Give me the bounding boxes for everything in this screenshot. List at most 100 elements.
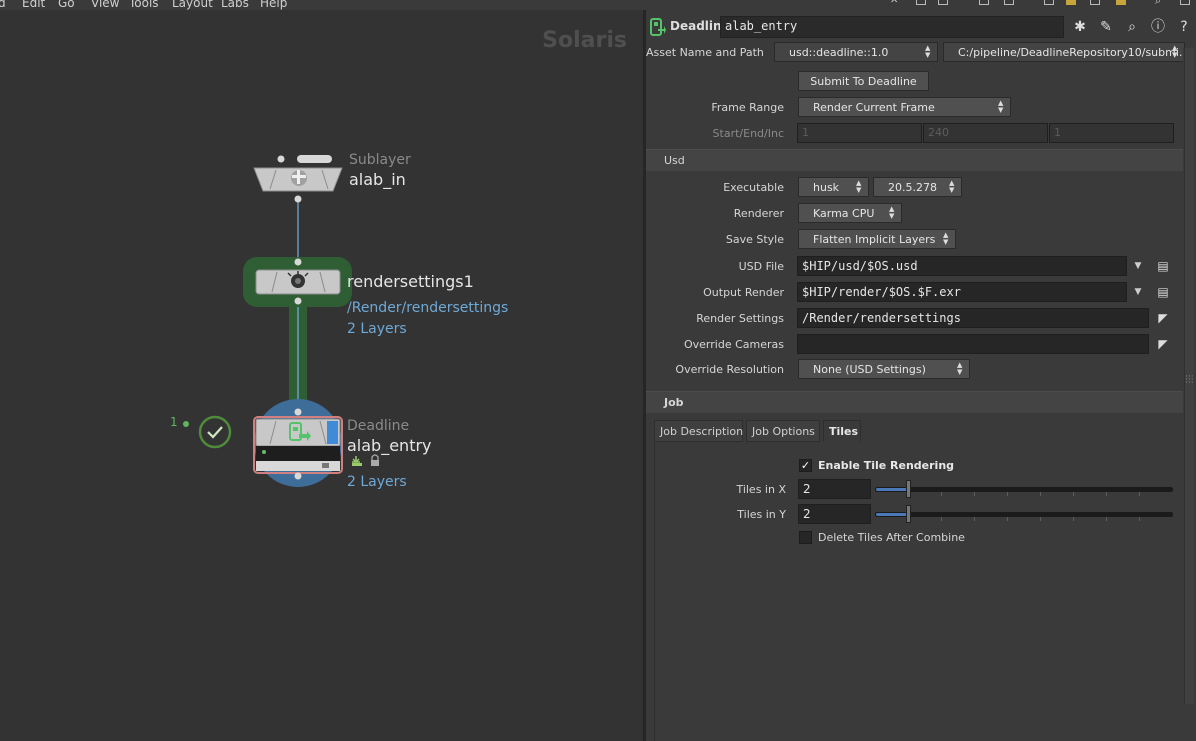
slider-handle[interactable] bbox=[906, 505, 911, 523]
deadline-node bbox=[253, 399, 343, 487]
tab-tiles[interactable]: Tiles bbox=[823, 420, 861, 442]
end-frame-field[interactable]: 240 bbox=[923, 123, 1048, 143]
frame-range-menu[interactable]: Render Current Frame ▲ ▼ bbox=[798, 97, 1011, 117]
deadline-node-name[interactable]: alab_entry bbox=[347, 436, 432, 455]
rendersettings-node-path: /Render/rendersettings bbox=[347, 300, 509, 316]
inc-frame-field[interactable]: 1 bbox=[1049, 123, 1174, 143]
asset-path-menu[interactable]: C:/pipeline/DeadlineRepository10/submi..… bbox=[943, 42, 1189, 62]
slider-tick bbox=[1073, 517, 1074, 521]
output-render-field[interactable]: $HIP/render/$OS.$F.exr bbox=[797, 282, 1127, 302]
save-style-menu[interactable]: Flatten Implicit Layers ▲ ▼ bbox=[798, 229, 956, 249]
parameter-scrollbar[interactable] bbox=[1183, 48, 1196, 741]
menu-item-help[interactable]: Help bbox=[260, 0, 287, 10]
rendersettings-node-name[interactable]: rendersettings1 bbox=[347, 272, 474, 291]
renderer-menu[interactable]: Karma CPU ▲ ▼ bbox=[798, 203, 902, 223]
enable-tile-rendering-checkbox[interactable]: ✓ bbox=[799, 459, 812, 472]
menu-item-view[interactable]: View bbox=[91, 0, 119, 10]
tab-job-options[interactable]: Job Options bbox=[746, 420, 820, 442]
slider-track bbox=[875, 512, 1173, 517]
file-icon[interactable] bbox=[1090, 0, 1100, 5]
output-render-dropdown-icon[interactable]: ▼ bbox=[1128, 282, 1148, 302]
file-browse-icon[interactable]: ▤ bbox=[1156, 285, 1170, 299]
asset-path-value: C:/pipeline/DeadlineRepository10/submi..… bbox=[958, 46, 1190, 59]
help-icon[interactable]: ? bbox=[1176, 19, 1192, 35]
slider-handle[interactable] bbox=[906, 480, 911, 498]
split-icon[interactable] bbox=[1004, 0, 1014, 5]
houdini-window: d Edit Go View Tools Layout Labs Help ✕ … bbox=[0, 0, 1196, 741]
tiles-y-slider[interactable] bbox=[875, 503, 1173, 525]
layout-icon[interactable] bbox=[938, 0, 948, 5]
pane-icon[interactable] bbox=[979, 0, 989, 5]
select-arrow-icon[interactable]: ◤ bbox=[1156, 337, 1170, 351]
render-settings-field[interactable]: /Render/rendersettings bbox=[797, 308, 1149, 328]
delete-tiles-label: Delete Tiles After Combine bbox=[818, 531, 965, 544]
menu-item-go[interactable]: Go bbox=[58, 0, 75, 10]
bookmark-icon[interactable] bbox=[1116, 0, 1126, 5]
slider-tick bbox=[941, 492, 942, 496]
status-check-icon bbox=[198, 415, 232, 449]
grip-icon[interactable]: ··· ··· ··· bbox=[1185, 373, 1194, 388]
menu-item-labs[interactable]: Labs bbox=[221, 0, 249, 10]
job-section-header[interactable]: Job bbox=[646, 391, 1184, 413]
usd-file-field[interactable]: $HIP/usd/$OS.usd bbox=[797, 256, 1127, 276]
slider-tick bbox=[974, 517, 975, 521]
usd-file-dropdown-icon[interactable]: ▼ bbox=[1128, 256, 1148, 276]
usd-section-header[interactable]: Usd bbox=[646, 149, 1184, 171]
menu-bar: d Edit Go View Tools Layout Labs Help ✕ … bbox=[0, 0, 1196, 10]
frame-range-value: Render Current Frame bbox=[813, 101, 935, 114]
slider-tick bbox=[1007, 517, 1008, 521]
window-icon[interactable] bbox=[1044, 0, 1054, 5]
tiles-y-field[interactable]: 2 bbox=[798, 504, 871, 524]
sublayer-node-name[interactable]: alab_in bbox=[349, 170, 406, 189]
menu-item-tools[interactable]: Tools bbox=[129, 0, 159, 10]
slider-fill bbox=[876, 488, 909, 491]
tiles-y-label: Tiles in Y bbox=[737, 508, 786, 521]
account-icon[interactable] bbox=[1180, 0, 1190, 5]
usd-section-label: Usd bbox=[664, 154, 685, 167]
submit-to-deadline-button[interactable]: Submit To Deadline bbox=[798, 71, 929, 91]
start-end-inc-label: Start/End/Inc bbox=[712, 127, 784, 140]
menu-item-layout[interactable]: Layout bbox=[172, 0, 213, 10]
info-icon[interactable]: ⓘ bbox=[1150, 19, 1166, 35]
brush-icon[interactable]: ✎ bbox=[1098, 19, 1114, 35]
tiles-x-slider[interactable] bbox=[875, 478, 1173, 500]
network-editor[interactable]: Solaris Sublayer alab_in rendersettings1… bbox=[0, 10, 643, 741]
save-style-label: Save Style bbox=[725, 233, 784, 246]
search-icon[interactable]: ⌕ bbox=[1124, 19, 1140, 35]
deadline-flag-icons bbox=[352, 454, 379, 466]
sublayer-node-type: Sublayer bbox=[349, 152, 411, 168]
override-cameras-row: Override Cameras ◤ bbox=[646, 334, 1184, 356]
asset-name-menu[interactable]: usd::deadline::1.0 ▲ ▼ bbox=[774, 42, 938, 62]
menu-item-edit[interactable]: Edit bbox=[22, 0, 45, 10]
executable-row: Executable husk ▲ ▼ 20.5.278 ▲ ▼ bbox=[646, 177, 1184, 199]
renderer-value: Karma CPU bbox=[813, 207, 875, 220]
delete-tiles-checkbox[interactable] bbox=[799, 531, 812, 544]
slider-tick bbox=[1106, 517, 1107, 521]
sublayer-node bbox=[253, 155, 343, 203]
file-browse-icon[interactable]: ▤ bbox=[1156, 259, 1170, 273]
tab-job-description[interactable]: Job Description bbox=[654, 420, 743, 442]
deadline-node-layers: 2 Layers bbox=[347, 474, 407, 490]
menu-item-file[interactable]: d bbox=[0, 0, 6, 10]
override-cameras-field[interactable] bbox=[797, 334, 1149, 354]
desk-icon[interactable] bbox=[916, 0, 926, 5]
search-icon[interactable]: ⌕ bbox=[1155, 0, 1165, 7]
folder-icon[interactable] bbox=[1066, 0, 1076, 5]
override-resolution-menu[interactable]: None (USD Settings) ▲ ▼ bbox=[798, 359, 970, 379]
start-frame-field[interactable]: 1 bbox=[797, 123, 922, 143]
gear-icon[interactable]: ✱ bbox=[1072, 19, 1088, 35]
select-arrow-icon[interactable]: ◤ bbox=[1156, 311, 1170, 325]
tool-icon[interactable]: ✕ bbox=[890, 0, 900, 6]
node-name-field[interactable]: alab_entry bbox=[720, 16, 1064, 38]
executable-label: Executable bbox=[723, 181, 784, 194]
parameter-header: Deadline alab_entry ✱ ✎ ⌕ ⓘ ? bbox=[646, 16, 1196, 38]
render-settings-label: Render Settings bbox=[696, 312, 784, 325]
override-resolution-value: None (USD Settings) bbox=[813, 363, 926, 376]
menu-arrows-icon: ▲ ▼ bbox=[925, 44, 931, 59]
slider-tick bbox=[941, 517, 942, 521]
deadline-node-badge: 1 bbox=[170, 415, 178, 429]
tiles-x-field[interactable]: 2 bbox=[798, 479, 871, 499]
executable-version-menu[interactable]: 20.5.278 ▲ ▼ bbox=[873, 177, 962, 197]
executable-menu[interactable]: husk ▲ ▼ bbox=[798, 177, 869, 197]
render-settings-row: Render Settings /Render/rendersettings ◤ bbox=[646, 308, 1184, 330]
